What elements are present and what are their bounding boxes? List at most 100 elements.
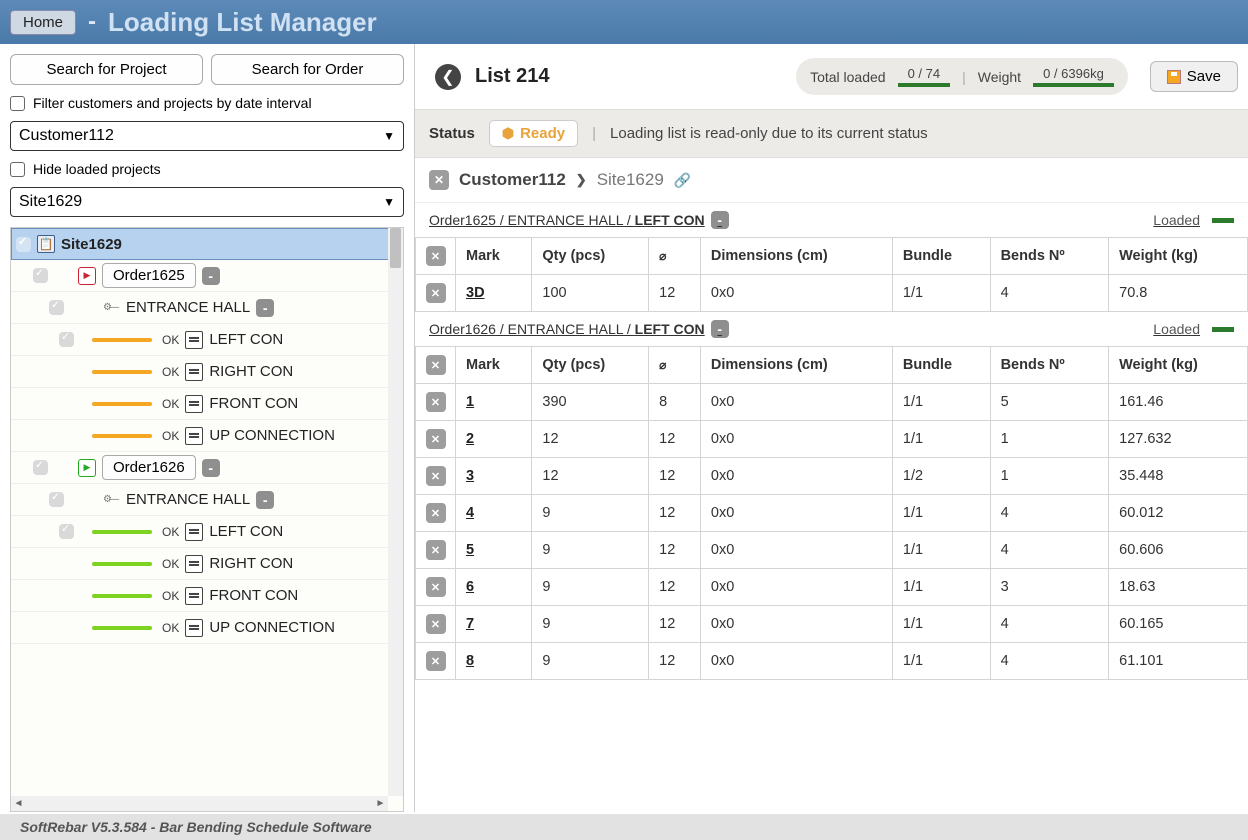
collapse-button[interactable]: - xyxy=(711,320,729,338)
table-row[interactable]: ✕79120x01/1460.165 xyxy=(416,606,1248,643)
col-bends[interactable]: Bends Nº xyxy=(990,347,1109,384)
scroll-right-icon[interactable]: ► xyxy=(373,796,388,811)
col-dia[interactable] xyxy=(649,238,701,275)
section-header[interactable]: Order1626 / ENTRANCE HALL / LEFT CON-Loa… xyxy=(415,312,1248,346)
mark-link[interactable]: 4 xyxy=(466,505,474,521)
collapse-button[interactable]: - xyxy=(256,491,274,509)
col-mark[interactable]: Mark xyxy=(456,238,532,275)
mark-link[interactable]: 5 xyxy=(466,542,474,558)
ok-label: OK xyxy=(162,397,179,411)
save-button[interactable]: Save xyxy=(1150,61,1238,92)
table-row[interactable]: ✕59120x01/1460.606 xyxy=(416,532,1248,569)
scroll-left-icon[interactable]: ◄ xyxy=(11,796,26,811)
mark-link[interactable]: 3 xyxy=(466,468,474,484)
tree-checkbox[interactable] xyxy=(33,268,48,283)
tree-con-row[interactable]: OKUP CONNECTION xyxy=(11,420,403,452)
remove-row-button[interactable]: ✕ xyxy=(426,614,446,634)
collapse-button[interactable]: - xyxy=(202,267,220,285)
remove-row-button[interactable]: ✕ xyxy=(426,540,446,560)
remove-row-button[interactable]: ✕ xyxy=(426,466,446,486)
col-dim[interactable]: Dimensions (cm) xyxy=(700,347,892,384)
back-button[interactable]: ❮ xyxy=(435,64,461,90)
diameter-icon xyxy=(659,248,666,264)
tree-order-row[interactable]: Order1625- xyxy=(11,260,403,292)
site-select[interactable]: Site1629 ▼ xyxy=(10,187,404,217)
table-row[interactable]: ✕69120x01/1318.63 xyxy=(416,569,1248,606)
col-bundle[interactable]: Bundle xyxy=(892,347,990,384)
remove-row-button[interactable]: ✕ xyxy=(426,651,446,671)
remove-row-button[interactable]: ✕ xyxy=(426,577,446,597)
tree-con-row[interactable]: OKFRONT CON xyxy=(11,580,403,612)
table-row[interactable]: ✕89120x01/1461.101 xyxy=(416,643,1248,680)
col-mark[interactable]: Mark xyxy=(456,347,532,384)
table-row[interactable]: ✕3D100120x01/1470.8 xyxy=(416,275,1248,312)
section-header[interactable]: Order1625 / ENTRANCE HALL / LEFT CON-Loa… xyxy=(415,203,1248,237)
table-row[interactable]: ✕312120x01/2135.448 xyxy=(416,458,1248,495)
col-weight[interactable]: Weight (kg) xyxy=(1109,238,1248,275)
tree-checkbox[interactable] xyxy=(49,492,64,507)
tables-area[interactable]: Order1625 / ENTRANCE HALL / LEFT CON-Loa… xyxy=(415,203,1248,812)
col-qty[interactable]: Qty (pcs) xyxy=(532,238,649,275)
table-row[interactable]: ✕139080x01/15161.46 xyxy=(416,384,1248,421)
collapse-button[interactable]: - xyxy=(202,459,220,477)
hide-loaded-checkbox[interactable] xyxy=(10,162,25,177)
crumb-site[interactable]: Site1629 xyxy=(597,170,664,190)
tree-con-row[interactable]: OKLEFT CON xyxy=(11,324,403,356)
col-dim[interactable]: Dimensions (cm) xyxy=(700,238,892,275)
search-project-button[interactable]: Search for Project xyxy=(10,54,203,85)
remove-row-button[interactable]: ✕ xyxy=(426,283,446,303)
col-bundle[interactable]: Bundle xyxy=(892,238,990,275)
cell-bundle: 1/1 xyxy=(892,421,990,458)
mark-link[interactable]: 8 xyxy=(466,653,474,669)
order-button[interactable]: Order1625 xyxy=(102,263,196,288)
tree-con-row[interactable]: OKUP CONNECTION xyxy=(11,612,403,644)
remove-row-button[interactable]: ✕ xyxy=(426,392,446,412)
mark-link[interactable]: 2 xyxy=(466,431,474,447)
filter-date-checkbox[interactable] xyxy=(10,96,25,111)
tree-hall-row[interactable]: ENTRANCE HALL- xyxy=(11,484,403,516)
tree-con-row[interactable]: OKRIGHT CON xyxy=(11,356,403,388)
mark-link[interactable]: 7 xyxy=(466,616,474,632)
project-tree[interactable]: Site1629Order1625-ENTRANCE HALL-OKLEFT C… xyxy=(10,227,404,812)
table-row[interactable]: ✕212120x01/11127.632 xyxy=(416,421,1248,458)
collapse-button[interactable]: - xyxy=(711,211,729,229)
tree-hall-row[interactable]: ENTRANCE HALL- xyxy=(11,292,403,324)
mark-link[interactable]: 6 xyxy=(466,579,474,595)
tree-con-row[interactable]: OKLEFT CON xyxy=(11,516,403,548)
tree-checkbox[interactable] xyxy=(59,524,74,539)
close-icon[interactable]: ✕ xyxy=(429,170,449,190)
tree-scrollbar-h[interactable]: ◄ ► xyxy=(11,796,388,811)
tree-checkbox[interactable] xyxy=(33,460,48,475)
tree-con-row[interactable]: OKFRONT CON xyxy=(11,388,403,420)
tree-site-row[interactable]: Site1629 xyxy=(11,228,403,260)
connection-icon xyxy=(185,395,203,413)
customer-select[interactable]: Customer112 ▼ xyxy=(10,121,404,151)
remove-row-button[interactable]: ✕ xyxy=(426,503,446,523)
order-button[interactable]: Order1626 xyxy=(102,455,196,480)
col-bends[interactable]: Bends Nº xyxy=(990,238,1109,275)
close-icon[interactable]: ✕ xyxy=(426,355,446,375)
search-order-button[interactable]: Search for Order xyxy=(211,54,404,85)
section-table: ✕ MarkQty (pcs) Dimensions (cm)BundleBends… xyxy=(415,237,1248,312)
collapse-button[interactable]: - xyxy=(256,299,274,317)
tree-checkbox[interactable] xyxy=(59,332,74,347)
tree-checkbox[interactable] xyxy=(16,237,31,252)
remove-row-button[interactable]: ✕ xyxy=(426,429,446,449)
tree-con-label: RIGHT CON xyxy=(209,555,293,572)
tree-scrollbar-v[interactable] xyxy=(388,228,403,796)
mark-link[interactable]: 3D xyxy=(466,285,485,301)
crumb-customer[interactable]: Customer112 xyxy=(459,170,566,190)
home-button[interactable]: Home xyxy=(10,10,76,35)
link-icon[interactable]: 🔗 xyxy=(674,172,691,189)
table-row[interactable]: ✕49120x01/1460.012 xyxy=(416,495,1248,532)
tree-checkbox[interactable] xyxy=(49,300,64,315)
tree-order-row[interactable]: Order1626- xyxy=(11,452,403,484)
tree-con-row[interactable]: OKRIGHT CON xyxy=(11,548,403,580)
col-weight[interactable]: Weight (kg) xyxy=(1109,347,1248,384)
close-icon[interactable]: ✕ xyxy=(426,246,446,266)
connection-icon xyxy=(185,331,203,349)
col-dia[interactable] xyxy=(649,347,701,384)
col-qty[interactable]: Qty (pcs) xyxy=(532,347,649,384)
mark-link[interactable]: 1 xyxy=(466,394,474,410)
cell-qty: 9 xyxy=(532,495,649,532)
